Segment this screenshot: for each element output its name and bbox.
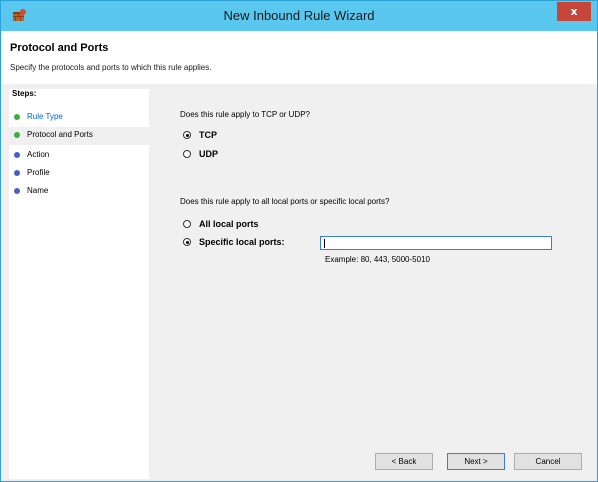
tcp-label: TCP xyxy=(199,130,217,140)
radio-selected-icon xyxy=(183,238,191,246)
close-button[interactable]: x xyxy=(557,2,591,21)
close-icon: x xyxy=(570,5,578,18)
step-label: Name xyxy=(27,186,49,195)
step-name: Name xyxy=(9,183,149,201)
step-label: Action xyxy=(27,150,50,159)
specific-local-ports-label: Specific local ports: xyxy=(199,237,285,247)
current-step-icon xyxy=(14,132,20,138)
next-button[interactable]: Next > xyxy=(447,453,505,470)
page-title: Protocol and Ports xyxy=(10,42,109,54)
title-bar[interactable]: New Inbound Rule Wizard x xyxy=(1,1,597,31)
all-local-ports-radio[interactable]: All local ports xyxy=(183,219,259,229)
protocol-question: Does this rule apply to TCP or UDP? xyxy=(180,110,310,119)
step-label: Profile xyxy=(27,168,50,177)
step-label: Rule Type xyxy=(27,112,63,121)
text-caret xyxy=(324,239,325,248)
all-local-ports-label: All local ports xyxy=(199,219,259,229)
radio-unselected-icon xyxy=(183,150,191,158)
specific-local-ports-radio[interactable]: Specific local ports: xyxy=(183,237,285,247)
completed-step-icon xyxy=(14,114,20,120)
step-rule-type[interactable]: Rule Type xyxy=(9,109,149,127)
ports-question: Does this rule apply to all local ports … xyxy=(180,197,390,206)
radio-selected-icon xyxy=(183,131,191,139)
steps-pane: Steps: Rule Type Protocol and Ports Acti… xyxy=(9,89,149,479)
radio-unselected-icon xyxy=(183,220,191,228)
back-button[interactable]: < Back xyxy=(375,453,433,470)
wizard-window: New Inbound Rule Wizard x Protocol and P… xyxy=(0,0,598,482)
pending-step-icon xyxy=(14,152,20,158)
step-action: Action xyxy=(9,147,149,165)
step-protocol-and-ports: Protocol and Ports xyxy=(9,127,149,145)
step-label: Protocol and Ports xyxy=(27,130,93,139)
tcp-radio[interactable]: TCP xyxy=(183,130,217,140)
page-description: Specify the protocols and ports to which… xyxy=(10,63,212,72)
content-pane: Does this rule apply to TCP or UDP? TCP … xyxy=(151,88,597,481)
step-profile: Profile xyxy=(9,165,149,183)
udp-label: UDP xyxy=(199,149,219,159)
pending-step-icon xyxy=(14,188,20,194)
pending-step-icon xyxy=(14,170,20,176)
cancel-button[interactable]: Cancel xyxy=(514,453,582,470)
specific-ports-input[interactable] xyxy=(320,236,552,250)
udp-radio[interactable]: UDP xyxy=(183,149,218,159)
wizard-header: Protocol and Ports Specify the protocols… xyxy=(1,31,597,84)
steps-title: Steps: xyxy=(12,89,149,104)
ports-example-text: Example: 80, 443, 5000-5010 xyxy=(325,255,430,264)
window-title: New Inbound Rule Wizard xyxy=(223,8,375,23)
